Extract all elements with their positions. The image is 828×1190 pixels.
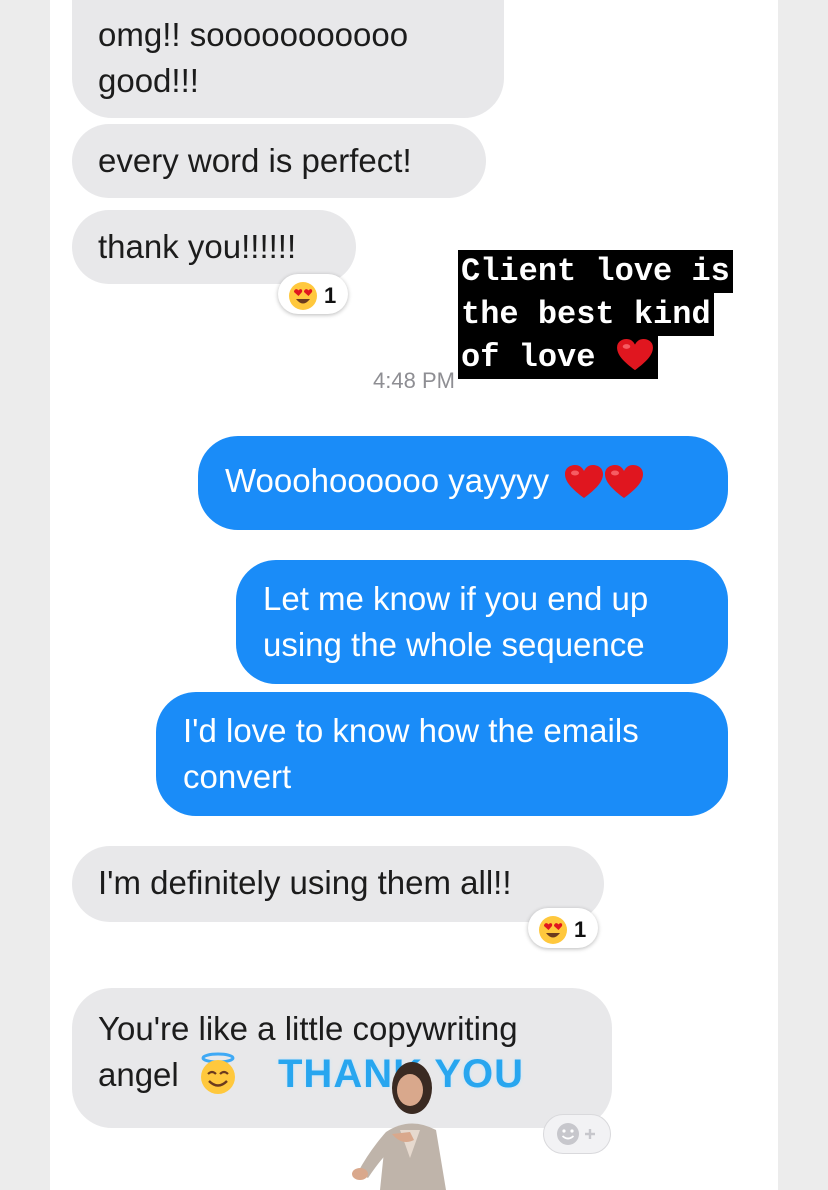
add-reaction-icon [557, 1123, 595, 1145]
message-text: I'm definitely using them all!! [98, 864, 512, 901]
message-text: Let me know if you end up using the whol… [263, 580, 649, 663]
message-text: I'd love to know how the emails convert [183, 712, 639, 795]
add-reaction-button[interactable] [543, 1114, 611, 1154]
caption-line-text: of love [461, 339, 596, 376]
message-text: thank you!!!!!! [98, 228, 297, 265]
reaction-badge[interactable]: 1 [528, 908, 599, 948]
red-heart-icon [564, 464, 604, 500]
outgoing-message[interactable]: Let me know if you end up using the whol… [236, 560, 728, 684]
woman-gif-sticker [352, 1062, 446, 1190]
outgoing-message[interactable]: Wooohoooooo yayyyy [198, 436, 728, 530]
red-heart-icon [615, 338, 655, 372]
story-caption: Client love is the best kind of love [458, 250, 733, 379]
reaction-count: 1 [324, 283, 337, 308]
message-text: omg!! sooooooooooo good!!! [98, 16, 409, 99]
reaction-count: 1 [574, 917, 587, 942]
incoming-message[interactable]: thank you!!!!!! [72, 210, 356, 284]
caption-line-last: of love [458, 336, 658, 379]
outgoing-message[interactable]: I'd love to know how the emails convert [156, 692, 728, 816]
message-text: every word is perfect! [98, 142, 412, 179]
heart-eyes-icon [538, 915, 568, 945]
message-text: Wooohoooooo yayyyy [225, 462, 550, 499]
red-heart-icon [604, 464, 644, 500]
heart-eyes-icon [288, 281, 318, 311]
incoming-message[interactable]: every word is perfect! [72, 124, 486, 198]
caption-line: the best kind [458, 293, 714, 336]
incoming-message[interactable]: I'm definitely using them all!! [72, 846, 604, 922]
caption-line: Client love is [458, 250, 733, 293]
halo-face-icon [196, 1052, 240, 1096]
incoming-message[interactable]: omg!! sooooooooooo good!!! [72, 0, 504, 118]
reaction-badge[interactable]: 1 [278, 274, 349, 314]
